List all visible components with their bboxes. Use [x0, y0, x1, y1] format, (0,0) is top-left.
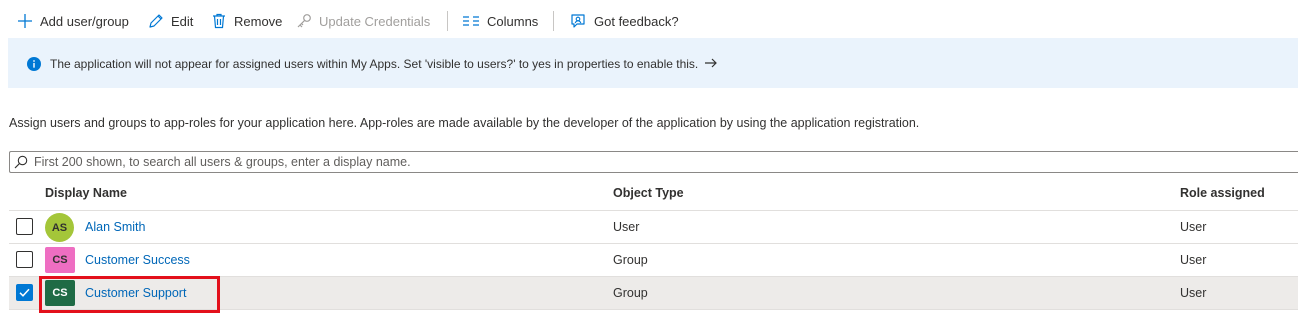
display-name-link[interactable]: Customer Success	[85, 253, 190, 267]
plus-icon	[18, 14, 32, 28]
key-icon	[297, 14, 311, 28]
edit-label: Edit	[171, 13, 194, 29]
grid-header: Display Name Object Type Role assigned	[9, 177, 1298, 211]
pencil-icon	[149, 14, 163, 28]
column-header-display-name[interactable]: Display Name	[45, 186, 127, 200]
role-assigned-cell: User	[1180, 286, 1207, 300]
avatar: CS	[45, 247, 75, 273]
columns-icon	[463, 16, 479, 26]
table-row[interactable]: CS Customer Success Group User	[9, 244, 1298, 277]
feedback-icon	[571, 13, 585, 28]
command-bar: Add user/group Edit Remove Update Creden…	[0, 0, 1298, 40]
object-type-cell: Group	[613, 253, 648, 267]
columns-label: Columns	[487, 13, 539, 29]
remove-button[interactable]: Remove	[211, 10, 282, 32]
row-checkbox[interactable]	[16, 218, 33, 235]
info-banner: The application will not appear for assi…	[8, 38, 1298, 88]
feedback-button[interactable]: Got feedback?	[569, 10, 679, 32]
add-user-group-button[interactable]: Add user/group	[17, 10, 129, 32]
avatar: CS	[45, 280, 75, 306]
column-header-role-assigned[interactable]: Role assigned	[1180, 186, 1265, 200]
search-box	[9, 151, 1298, 173]
avatar: AS	[45, 213, 74, 242]
feedback-label: Got feedback?	[594, 13, 679, 29]
arrow-right-icon[interactable]	[704, 56, 718, 70]
role-assigned-cell: User	[1180, 253, 1207, 267]
display-name-link[interactable]: Alan Smith	[85, 220, 145, 234]
remove-label: Remove	[234, 13, 283, 29]
columns-button[interactable]: Columns	[462, 10, 538, 32]
page-description: Assign users and groups to app-roles for…	[9, 116, 920, 130]
add-user-group-label: Add user/group	[40, 13, 129, 29]
edit-button[interactable]: Edit	[148, 10, 193, 32]
column-header-object-type[interactable]: Object Type	[613, 186, 684, 200]
info-icon	[27, 57, 41, 71]
row-checkbox[interactable]	[16, 284, 33, 301]
role-assigned-cell: User	[1180, 220, 1207, 234]
object-type-cell: User	[613, 220, 640, 234]
row-checkbox[interactable]	[16, 251, 33, 268]
object-type-cell: Group	[613, 286, 648, 300]
table-row[interactable]: AS Alan Smith User User	[9, 211, 1298, 244]
update-credentials-button[interactable]: Update Credentials	[296, 10, 430, 32]
table-row[interactable]: CS Customer Support Group User	[9, 277, 1298, 310]
update-credentials-label: Update Credentials	[319, 13, 431, 29]
search-input[interactable]	[34, 152, 1284, 172]
display-name-link[interactable]: Customer Support	[85, 286, 186, 300]
toolbar-divider	[447, 11, 448, 31]
assignments-grid: Display Name Object Type Role assigned A…	[9, 177, 1298, 310]
trash-icon	[213, 13, 225, 29]
search-icon	[14, 155, 28, 169]
info-banner-message: The application will not appear for assi…	[50, 57, 699, 71]
toolbar-divider	[553, 11, 554, 31]
checkmark-icon	[19, 288, 30, 297]
